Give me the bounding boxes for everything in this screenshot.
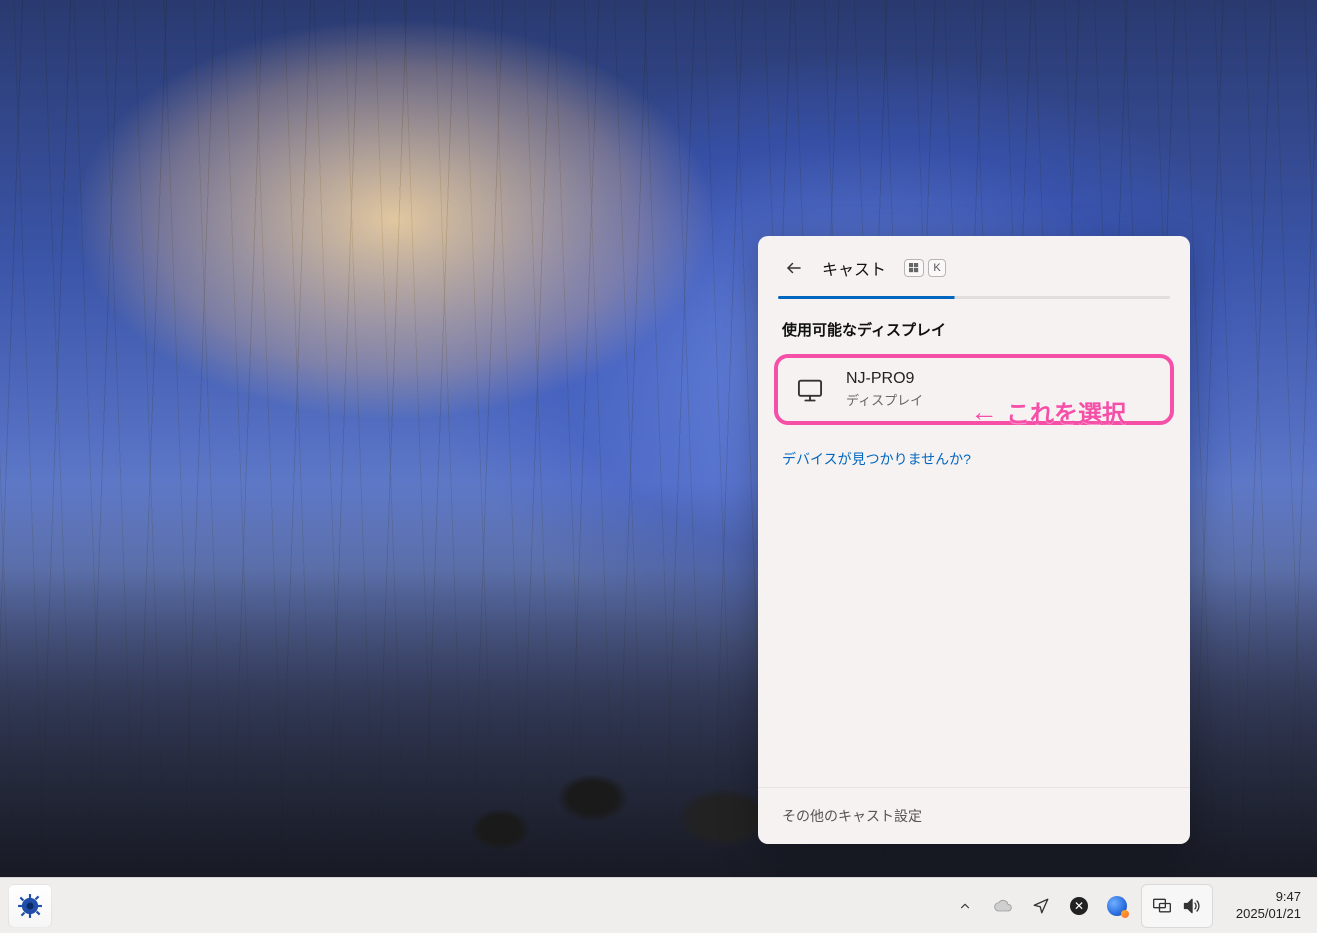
taskbar: ✕ 9:47 2025/01/21 — [0, 877, 1317, 933]
settings-app-button[interactable] — [8, 884, 52, 928]
onedrive-tray-icon[interactable] — [985, 884, 1021, 928]
annotation-text: これを選択 — [1006, 394, 1126, 429]
more-cast-settings-link[interactable]: その他のキャスト設定 — [758, 787, 1190, 844]
close-tray-badge[interactable]: ✕ — [1061, 884, 1097, 928]
location-tray-icon[interactable] — [1023, 884, 1059, 928]
k-key: K — [928, 259, 946, 277]
device-not-found-link[interactable]: デバイスが見つかりませんか? — [758, 425, 1190, 469]
device-name: NJ-PRO9 — [846, 370, 923, 388]
cast-header: キャスト K — [758, 236, 1190, 296]
taskbar-clock[interactable]: 9:47 2025/01/21 — [1219, 889, 1309, 922]
volume-icon — [1182, 896, 1202, 916]
close-icon: ✕ — [1070, 897, 1088, 915]
monitor-icon — [796, 376, 824, 404]
copilot-tray-icon[interactable] — [1099, 884, 1135, 928]
gear-icon — [17, 893, 43, 919]
device-type: ディスプレイ — [846, 390, 923, 409]
taskbar-right: ✕ 9:47 2025/01/21 — [947, 878, 1309, 933]
shortcut-hint: K — [904, 259, 946, 277]
copilot-icon — [1107, 896, 1127, 916]
cast-icon — [1152, 896, 1172, 916]
system-tray-group[interactable] — [1141, 884, 1213, 928]
cast-panel: キャスト K 使用可能なディスプレイ NJ-PRO9 ディスプレイ デバイスが見… — [758, 236, 1190, 844]
cast-title: キャスト — [822, 256, 886, 280]
back-button[interactable] — [780, 254, 808, 282]
clock-date: 2025/01/21 — [1236, 906, 1301, 922]
location-icon — [1032, 897, 1050, 915]
arrow-left-icon — [785, 259, 803, 277]
available-displays-label: 使用可能なディスプレイ — [758, 309, 1190, 354]
device-text: NJ-PRO9 ディスプレイ — [846, 370, 923, 409]
win-key-icon — [904, 259, 924, 277]
clock-time: 9:47 — [1276, 889, 1301, 905]
annotation-callout: ← これを選択 — [970, 394, 1126, 429]
tray-overflow-button[interactable] — [947, 884, 983, 928]
arrow-left-icon: ← — [970, 398, 998, 426]
loading-progress — [778, 296, 1170, 299]
chevron-up-icon — [958, 899, 972, 913]
cloud-icon — [993, 896, 1013, 916]
taskbar-left — [8, 884, 52, 928]
